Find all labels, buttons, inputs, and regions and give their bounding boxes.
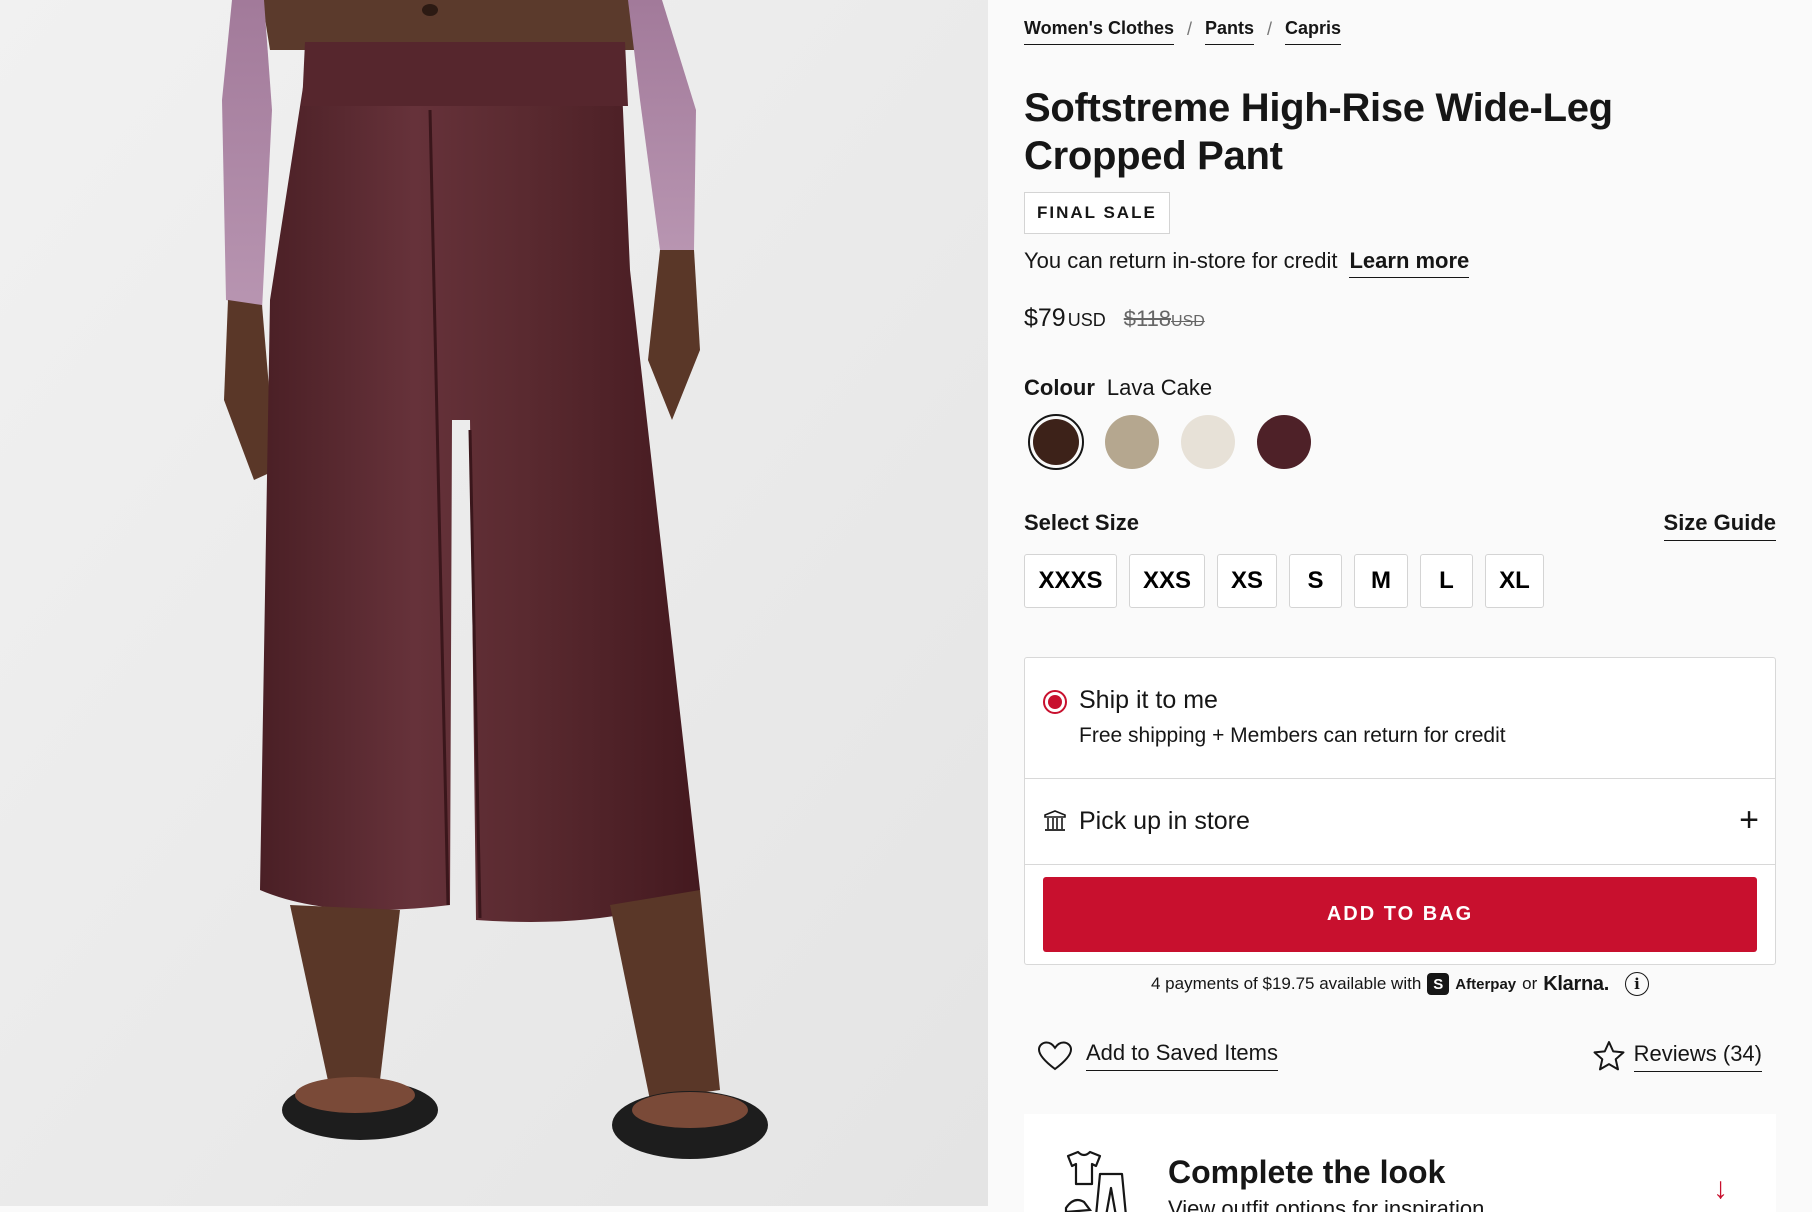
reviews-label: Reviews (34) — [1633, 1041, 1762, 1072]
breadcrumb-separator: / — [1186, 18, 1192, 39]
return-policy: You can return in-store for credit Learn… — [1024, 248, 1470, 278]
colour-swatch-beige[interactable] — [1104, 414, 1160, 470]
size-xl-button[interactable]: XL — [1485, 554, 1544, 608]
size-header: Select Size Size Guide — [1024, 510, 1776, 541]
info-icon[interactable]: i — [1624, 972, 1649, 996]
product-image[interactable] — [0, 0, 988, 1206]
heart-icon — [1038, 1040, 1072, 1070]
product-title: Softstreme High-Rise Wide-Leg Cropped Pa… — [1024, 86, 1613, 178]
store-icon — [1044, 810, 1066, 831]
size-s-button[interactable]: S — [1289, 554, 1342, 608]
colour-swatch-lava-cake[interactable] — [1028, 414, 1084, 470]
saved-items-label: Add to Saved Items — [1086, 1040, 1278, 1071]
reviews-link[interactable]: Reviews (34) — [1592, 1040, 1762, 1072]
pick-up-in-store-option[interactable]: Pick up in store + — [1025, 779, 1775, 865]
colour-swatch-burgundy[interactable] — [1256, 414, 1312, 470]
complete-look-subtitle: View outfit options for inspiration — [1168, 1196, 1485, 1212]
return-policy-text: You can return in-store for credit — [1024, 248, 1338, 273]
sale-price-currency: USD — [1067, 310, 1106, 330]
afterpay-logo-icon: S — [1427, 973, 1450, 995]
swatch-dot — [1105, 415, 1159, 469]
complete-the-look-section[interactable]: Complete the look View outfit options fo… — [1024, 1114, 1776, 1212]
size-options: XXXS XXS XS S M L XL — [1024, 554, 1544, 608]
swatch-dot — [1181, 415, 1235, 469]
ship-option-subtitle: Free shipping + Members can return for c… — [1079, 724, 1506, 747]
ship-radio-selected[interactable] — [1043, 690, 1067, 714]
breadcrumb-separator: / — [1267, 18, 1273, 39]
size-l-button[interactable]: L — [1420, 554, 1473, 608]
breadcrumb-pants[interactable]: Pants — [1204, 18, 1255, 45]
product-photo-illustration — [0, 0, 988, 1206]
colour-label: Colour — [1024, 375, 1095, 400]
swatch-dot — [1257, 415, 1311, 469]
breadcrumb-capris[interactable]: Capris — [1285, 18, 1342, 45]
plus-icon[interactable]: + — [1739, 803, 1759, 837]
product-details-panel: Women's Clothes / Pants / Capris Softstr… — [1024, 0, 1776, 1212]
colour-label-row: Colour Lava Cake — [1024, 375, 1212, 401]
installments-text: 4 payments of $19.75 available with — [1151, 974, 1422, 993]
size-xxxs-button[interactable]: XXXS — [1024, 554, 1117, 608]
size-m-button[interactable]: M — [1354, 554, 1408, 608]
ship-option-title: Ship it to me — [1079, 686, 1218, 714]
original-price-currency: USD — [1171, 313, 1205, 330]
page: Women's Clothes / Pants / Capris Softstr… — [0, 0, 1812, 1212]
complete-look-title: Complete the look — [1168, 1154, 1446, 1190]
size-xs-button[interactable]: XS — [1217, 554, 1277, 608]
add-to-saved-items[interactable]: Add to Saved Items — [1038, 1040, 1278, 1071]
selected-colour-name: Lava Cake — [1106, 375, 1213, 400]
star-icon — [1593, 1041, 1625, 1071]
size-xxs-button[interactable]: XXS — [1129, 554, 1205, 608]
arrow-down-icon: ↓ — [1713, 1172, 1728, 1205]
select-size-label: Select Size — [1024, 510, 1139, 535]
size-guide-link[interactable]: Size Guide — [1663, 510, 1776, 541]
radio-dot — [1048, 695, 1062, 709]
ship-to-me-option[interactable]: Ship it to me Free shipping + Members ca… — [1025, 658, 1775, 779]
sale-price: $79 — [1024, 304, 1066, 332]
pick-up-label: Pick up in store — [1079, 807, 1250, 835]
colour-swatch-cream[interactable] — [1180, 414, 1236, 470]
colour-swatches — [1028, 414, 1312, 470]
add-to-bag-button[interactable]: ADD TO BAG — [1043, 877, 1757, 952]
breadcrumb: Women's Clothes / Pants / Capris — [1024, 18, 1342, 45]
final-sale-badge: FINAL SALE — [1024, 192, 1170, 234]
afterpay-label: Afterpay — [1455, 975, 1517, 993]
or-text: or — [1522, 974, 1538, 993]
breadcrumb-womens-clothes[interactable]: Women's Clothes — [1024, 18, 1174, 45]
klarna-logo: Klarna. — [1543, 972, 1609, 995]
learn-more-link[interactable]: Learn more — [1349, 248, 1470, 278]
outfit-icon — [1064, 1150, 1127, 1212]
installments-info: 4 payments of $19.75 available with S Af… — [1024, 972, 1776, 996]
price: $79 USD $118 USD — [1024, 304, 1205, 333]
original-price: $118 — [1123, 306, 1172, 331]
delivery-options-card: Ship it to me Free shipping + Members ca… — [1024, 657, 1776, 965]
swatch-dot — [1033, 419, 1079, 465]
